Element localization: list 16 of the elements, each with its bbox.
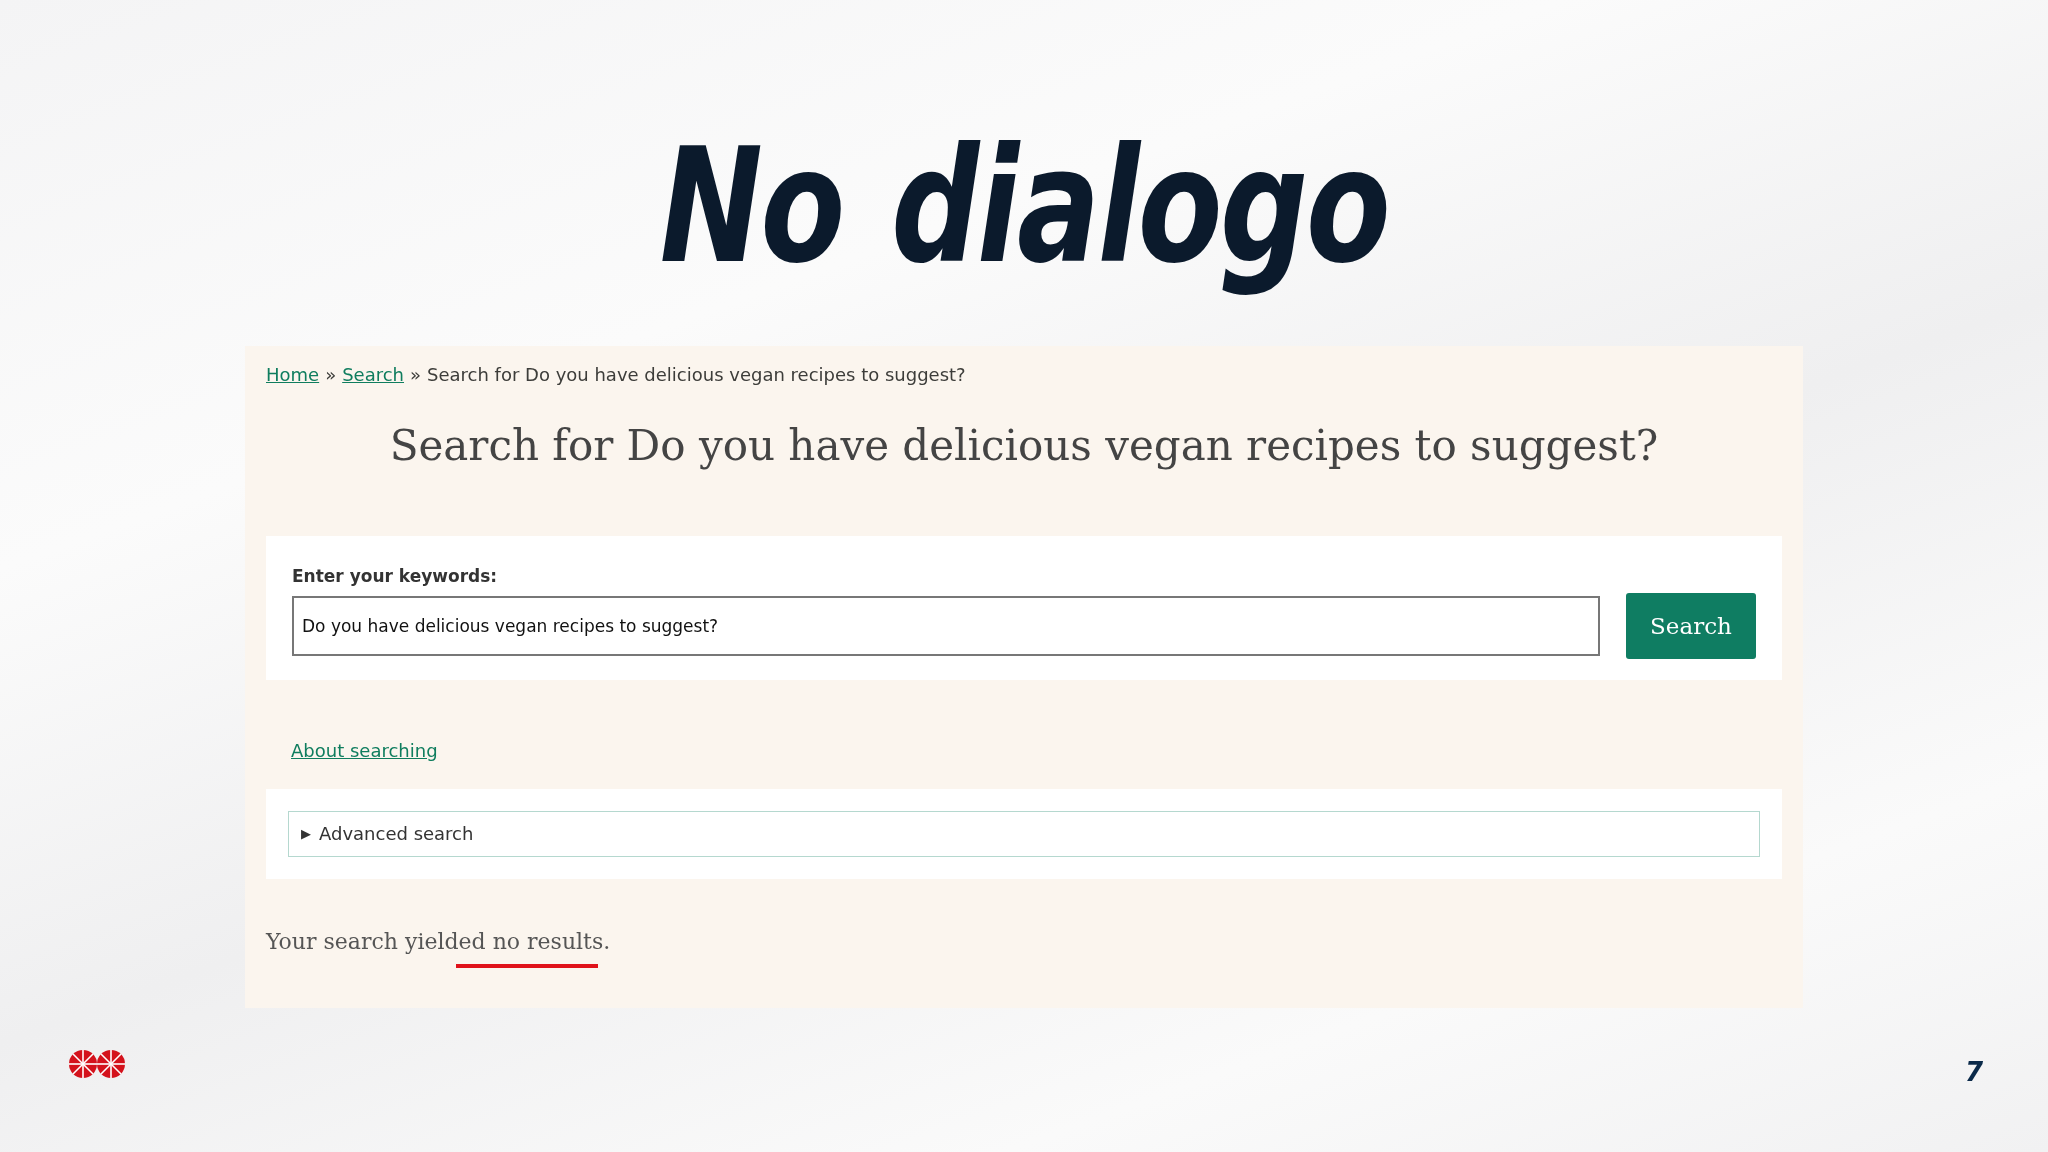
triangle-icon: ▶ <box>301 826 311 841</box>
breadcrumb-separator: » <box>325 363 337 385</box>
slide-title: No dialogo <box>658 113 1390 300</box>
breadcrumb-link[interactable]: Home <box>266 363 320 385</box>
advanced-search-toggle[interactable]: ▶ Advanced search <box>288 810 1760 857</box>
field-label: Enter your keywords: <box>292 565 499 586</box>
keywords-field[interactable]: Do you have delicious vegan recipes to suggest? <box>292 595 1600 656</box>
breadcrumb-link[interactable]: Search <box>342 363 404 385</box>
result-message: Your search yielded no results. <box>266 928 611 954</box>
breadcrumb-separator: » <box>410 363 422 385</box>
page-heading: Search for Do you have delicious vegan recipes to suggest? <box>388 420 1660 470</box>
advanced-search-label: Advanced search <box>319 823 474 844</box>
page-number: 7 <box>1965 1057 1984 1087</box>
about-searching-link[interactable]: About searching <box>291 739 438 761</box>
breadcrumb-current: Search for Do you have delicious vegan recipes to suggest? <box>427 363 966 385</box>
search-button[interactable]: Search <box>1626 592 1756 659</box>
